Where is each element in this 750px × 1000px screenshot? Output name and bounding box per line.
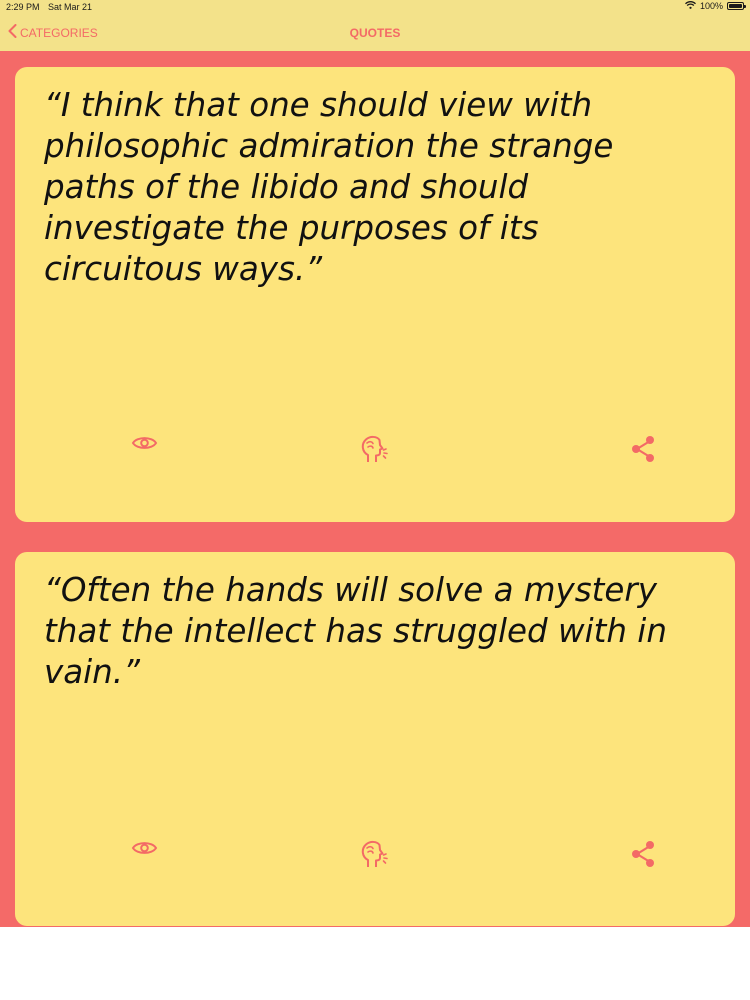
status-bar: 2:29 PM Sat Mar 21 100% bbox=[0, 0, 750, 15]
share-icon bbox=[632, 436, 654, 462]
eye-icon bbox=[131, 437, 158, 449]
battery-icon bbox=[727, 2, 746, 10]
eye-icon bbox=[131, 842, 158, 854]
speaking-head-icon bbox=[361, 435, 388, 462]
speaking-head-icon bbox=[361, 840, 388, 867]
quote-text: “Often the hands will solve a mystery th… bbox=[44, 571, 667, 691]
battery-level bbox=[729, 4, 742, 8]
view-button[interactable] bbox=[131, 434, 158, 452]
navigation-bar: CATEGORIES QUOTES bbox=[0, 15, 750, 51]
quote-card: “I think that one should view with philo… bbox=[15, 67, 735, 522]
status-date: Sat Mar 21 bbox=[48, 2, 93, 12]
share-button[interactable] bbox=[630, 839, 658, 869]
quote-card: “Often the hands will solve a mystery th… bbox=[15, 552, 735, 926]
quotes-list[interactable]: “I think that one should view with philo… bbox=[0, 51, 750, 927]
status-right: 100% bbox=[685, 1, 746, 11]
author-button[interactable] bbox=[358, 434, 390, 464]
wifi-icon bbox=[685, 1, 696, 11]
quote-text: “I think that one should view with philo… bbox=[44, 86, 614, 288]
bottom-area bbox=[0, 927, 750, 1000]
page-title: QUOTES bbox=[349, 26, 401, 40]
app-screen: 2:29 PM Sat Mar 21 100% CATEGORIES QUOTE… bbox=[0, 0, 750, 1000]
status-time: 2:29 PM bbox=[6, 2, 40, 12]
author-button[interactable] bbox=[358, 839, 390, 869]
share-icon bbox=[632, 841, 654, 867]
view-button[interactable] bbox=[131, 839, 158, 857]
battery-percent: 100% bbox=[699, 1, 723, 11]
share-button[interactable] bbox=[630, 434, 658, 464]
